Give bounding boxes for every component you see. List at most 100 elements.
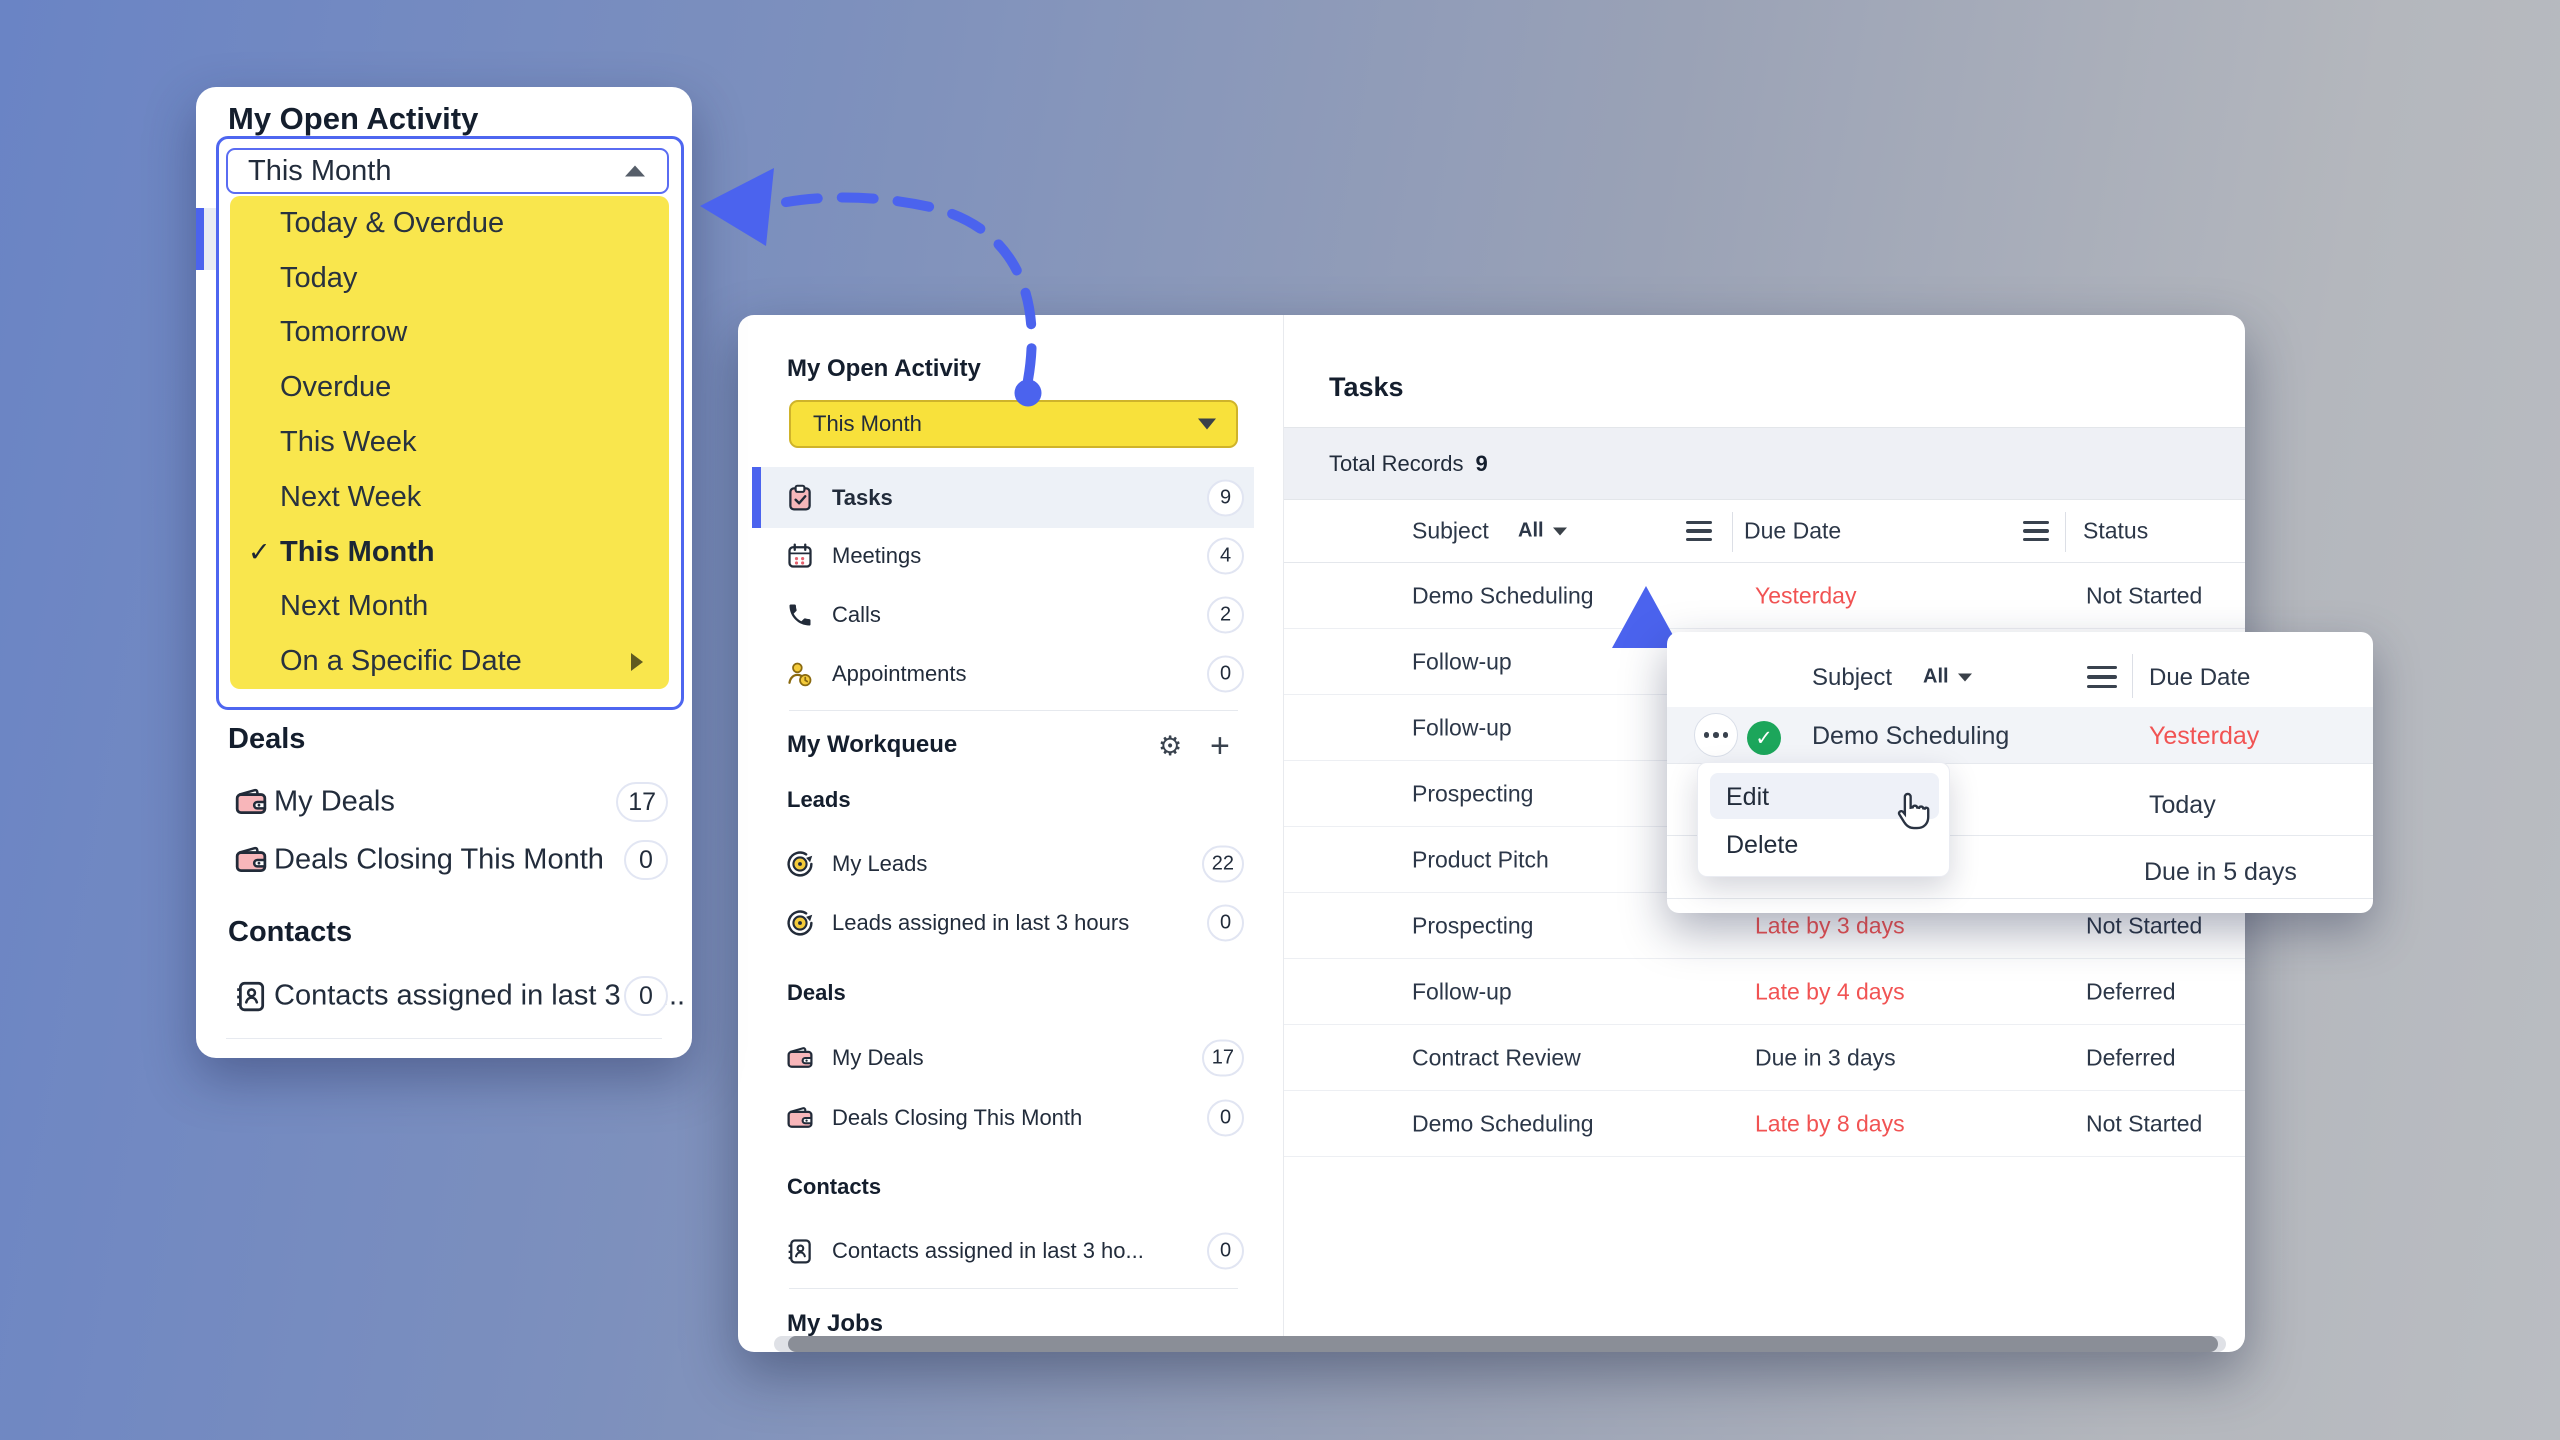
table-zoom-popup: Subject All Due Date ✓ Demo Scheduling Y… xyxy=(1667,632,2373,913)
count-badge: 2 xyxy=(1207,596,1244,633)
option-today-overdue[interactable]: Today & Overdue xyxy=(230,196,669,251)
task-clipboard-icon xyxy=(786,484,814,512)
partial-row-due-date: Today xyxy=(2149,791,2216,820)
divider xyxy=(1667,898,2373,899)
count-badge: 0 xyxy=(1207,655,1244,692)
period-dropdown-list: Today & Overdue Today Tomorrow Overdue T… xyxy=(230,196,669,689)
group-header-leads: Leads xyxy=(787,787,851,813)
menu-item-edit[interactable]: Edit xyxy=(1726,783,1769,812)
sidebar-item-contacts-assigned[interactable]: Contacts assigned in last 3 ho... 0 xyxy=(752,1221,1254,1280)
workqueue-title: My Workqueue xyxy=(787,731,957,759)
calendar-icon xyxy=(786,542,814,570)
count-badge: 4 xyxy=(1207,537,1244,574)
column-subject[interactable]: Subject xyxy=(1412,518,1489,545)
column-status[interactable]: Status xyxy=(2083,518,2148,545)
wallet-icon xyxy=(234,785,268,819)
sidebar-item-meetings[interactable]: Meetings 4 xyxy=(752,526,1254,585)
lead-target-icon xyxy=(786,909,814,937)
sidebar-item-calls[interactable]: Calls 2 xyxy=(752,585,1254,644)
total-records-bar: Total Records 9 xyxy=(1284,427,2245,500)
activity-filter-panel: My Open Activity This Month Today & Over… xyxy=(196,87,692,1058)
sidebar-item-deals-closing[interactable]: Deals Closing This Month 0 xyxy=(752,1088,1254,1147)
column-menu-icon[interactable] xyxy=(2023,521,2049,541)
count-badge: 9 xyxy=(1207,479,1244,516)
panel-item-deals-closing[interactable]: Deals Closing This Month 0 xyxy=(196,833,692,887)
page-title: Tasks xyxy=(1329,372,1404,403)
table-row[interactable]: Contract Review Due in 3 days Deferred xyxy=(1284,1025,2245,1091)
divider xyxy=(1732,512,1733,552)
option-tomorrow[interactable]: Tomorrow xyxy=(230,306,669,361)
row-selected-check-icon[interactable]: ✓ xyxy=(1747,721,1781,755)
count-badge: 0 xyxy=(1207,904,1244,941)
period-filter-value: This Month xyxy=(813,411,922,437)
table-row[interactable]: Follow-up Late by 4 days Deferred xyxy=(1284,959,2245,1025)
subject-filter-dropdown[interactable]: All xyxy=(1923,666,1972,689)
contact-card-icon xyxy=(234,979,268,1013)
sidebar-item-my-leads[interactable]: My Leads 22 xyxy=(752,834,1254,893)
lead-target-icon xyxy=(786,850,814,878)
count-badge: 17 xyxy=(1202,1039,1244,1076)
panel-section-deals: Deals xyxy=(228,723,305,756)
column-due-date: Due Date xyxy=(2149,664,2250,692)
count-badge: 0 xyxy=(1207,1232,1244,1269)
option-overdue[interactable]: Overdue xyxy=(230,360,669,415)
partial-row-due-date: Due in 5 days xyxy=(2144,858,2297,887)
sidebar-title: My Open Activity xyxy=(787,355,981,383)
chevron-up-icon xyxy=(625,166,645,177)
wallet-icon xyxy=(786,1104,814,1132)
divider xyxy=(2065,512,2066,552)
option-specific-date[interactable]: On a Specific Date xyxy=(230,634,669,689)
period-select[interactable]: This Month xyxy=(226,148,669,194)
chevron-down-icon xyxy=(1553,527,1567,535)
horizontal-scrollbar-thumb[interactable] xyxy=(788,1336,2218,1352)
contact-card-icon xyxy=(786,1237,814,1265)
option-today[interactable]: Today xyxy=(230,251,669,306)
table-row[interactable]: Demo Scheduling Yesterday Not Started xyxy=(1284,563,2245,629)
sidebar-item-tasks[interactable]: Tasks 9 xyxy=(752,467,1254,528)
period-filter-select[interactable]: This Month xyxy=(789,400,1238,448)
option-next-month[interactable]: Next Month xyxy=(230,579,669,634)
row-due-date: Yesterday xyxy=(2149,722,2259,751)
table-row[interactable]: Demo Scheduling Late by 8 days Not Start… xyxy=(1284,1091,2245,1157)
sidebar-item-leads-assigned[interactable]: Leads assigned in last 3 hours 0 xyxy=(752,893,1254,952)
gear-icon[interactable]: ⚙ xyxy=(1158,731,1182,762)
panel-item-my-deals[interactable]: My Deals 17 xyxy=(196,775,692,829)
count-badge: 0 xyxy=(624,976,668,1016)
panel-section-contacts: Contacts xyxy=(228,916,352,949)
sidebar-item-my-deals[interactable]: My Deals 17 xyxy=(752,1028,1254,1087)
jobs-title: My Jobs xyxy=(787,1310,883,1338)
wallet-icon xyxy=(786,1044,814,1072)
arrowhead-left xyxy=(700,168,774,246)
panel-item-contacts-assigned[interactable]: Contacts assigned in last 3 ho... 0 xyxy=(196,969,692,1023)
chevron-down-icon xyxy=(1958,673,1972,681)
period-select-value: This Month xyxy=(248,155,391,188)
column-menu-icon[interactable] xyxy=(1686,521,1712,541)
column-due-date[interactable]: Due Date xyxy=(1744,518,1841,545)
option-this-month[interactable]: ✓ This Month xyxy=(230,525,669,580)
wallet-icon xyxy=(234,843,268,877)
divider xyxy=(2132,654,2133,698)
sidebar-item-appointments[interactable]: Appointments 0 xyxy=(752,644,1254,703)
table-header: Subject All Due Date Status xyxy=(1284,500,2245,563)
row-actions-icon[interactable] xyxy=(1694,713,1738,757)
add-icon[interactable]: + xyxy=(1210,727,1230,766)
option-next-week[interactable]: Next Week xyxy=(230,470,669,525)
group-header-deals: Deals xyxy=(787,980,846,1006)
divider xyxy=(226,1038,662,1039)
desktop-background: My Open Activity This Month Today & Over… xyxy=(0,0,2560,1440)
menu-item-delete[interactable]: Delete xyxy=(1726,831,1798,860)
panel-title: My Open Activity xyxy=(228,101,478,137)
column-menu-icon[interactable] xyxy=(2087,666,2117,688)
selected-row-accent-sliver xyxy=(196,208,204,270)
column-subject: Subject xyxy=(1812,664,1892,692)
total-records-value: 9 xyxy=(1476,451,1488,477)
count-badge: 17 xyxy=(616,782,668,822)
appointment-icon xyxy=(786,660,814,688)
option-this-week[interactable]: This Week xyxy=(230,415,669,470)
total-records-label: Total Records xyxy=(1329,451,1464,477)
count-badge: 0 xyxy=(624,840,668,880)
subject-filter-dropdown[interactable]: All xyxy=(1518,520,1567,543)
phone-icon xyxy=(786,601,814,629)
group-header-contacts: Contacts xyxy=(787,1174,881,1200)
count-badge: 22 xyxy=(1202,845,1244,882)
